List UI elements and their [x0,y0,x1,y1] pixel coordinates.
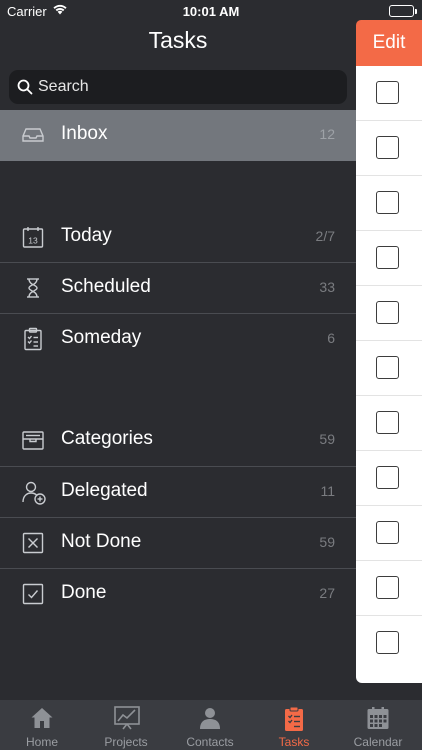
task-checkbox[interactable] [376,136,399,159]
task-checkbox[interactable] [376,356,399,379]
list-item-count: 59 [319,534,335,550]
task-checkbox[interactable] [376,246,399,269]
person-icon [198,706,222,730]
task-checkbox[interactable] [376,521,399,544]
list-item-count: 11 [320,483,335,499]
search-icon [17,79,33,100]
tab-label: Projects [104,735,148,749]
tray-icon [21,428,45,452]
task-row [356,451,422,506]
list-item-label: Inbox [61,123,108,144]
list-item-label: Today [61,225,112,246]
tab-tasks[interactable]: Tasks [252,700,336,750]
search-bar[interactable] [9,70,347,104]
list-item-count: 2/7 [315,228,335,244]
x-box-icon [21,531,45,555]
list-item-inbox[interactable]: Inbox 12 [0,110,356,161]
task-row [356,231,422,286]
task-checkbox[interactable] [376,631,399,654]
tab-contacts[interactable]: Contacts [168,700,252,750]
task-row [356,561,422,616]
list-item-done[interactable]: Done 27 [0,569,356,620]
list-item-label: Someday [61,327,142,348]
list-item-count: 59 [319,431,335,447]
search-input[interactable] [38,70,338,104]
status-bar: Carrier 10:01 AM [0,0,422,22]
list-item-count: 12 [319,126,335,142]
task-checkbox[interactable] [376,301,399,324]
tab-bar: Home Projects Contacts Tasks Calendar [0,700,422,750]
task-row [356,66,422,121]
home-icon [30,706,54,730]
list-item-today[interactable]: 13 Today 2/7 [0,212,356,263]
tab-calendar[interactable]: Calendar [336,700,420,750]
tab-label: Calendar [353,735,403,749]
task-row [356,286,422,341]
tab-label: Contacts [186,735,234,749]
clipboard-list-icon [21,327,45,351]
list-item-label: Delegated [61,480,148,501]
tab-label: Tasks [278,735,310,749]
chart-icon [114,706,140,730]
task-row [356,176,422,231]
task-row [356,506,422,561]
person-add-icon [21,480,46,505]
list-item-count: 33 [319,279,335,295]
battery-icon [389,5,417,17]
hourglass-icon [21,276,45,300]
clipboard-icon [282,706,306,731]
tab-projects[interactable]: Projects [84,700,168,750]
list-item-label: Not Done [61,531,142,552]
page-title: Tasks [148,27,208,53]
list-item-label: Done [61,582,107,603]
edit-button[interactable]: Edit [356,20,422,66]
task-checkbox[interactable] [376,191,399,214]
list-item-delegated[interactable]: Delegated 11 [0,467,356,518]
list-item-categories[interactable]: Categories 59 [0,415,356,466]
calendar-13-icon: 13 [21,225,45,249]
task-checkbox[interactable] [376,466,399,489]
task-row [356,616,422,671]
list-item-count: 6 [327,330,335,346]
task-checkbox[interactable] [376,576,399,599]
status-time: 10:01 AM [182,4,240,19]
list-item-not-done[interactable]: Not Done 59 [0,518,356,569]
calendar-icon [366,706,390,730]
task-checkbox[interactable] [376,411,399,434]
tab-label: Home [25,735,58,749]
check-box-icon [21,582,45,606]
task-row [356,396,422,451]
tab-home[interactable]: Home [0,700,84,750]
list-item-label: Categories [61,428,153,449]
list-item-count: 27 [319,585,335,601]
task-list-panel [356,66,422,683]
inbox-icon [21,123,45,147]
task-checkbox[interactable] [376,81,399,104]
svg-text:13: 13 [28,236,38,246]
task-row [356,121,422,176]
list-item-someday[interactable]: Someday 6 [0,314,356,365]
task-row [356,341,422,396]
list-item-label: Scheduled [61,276,151,297]
list-item-scheduled[interactable]: Scheduled 33 [0,263,356,314]
